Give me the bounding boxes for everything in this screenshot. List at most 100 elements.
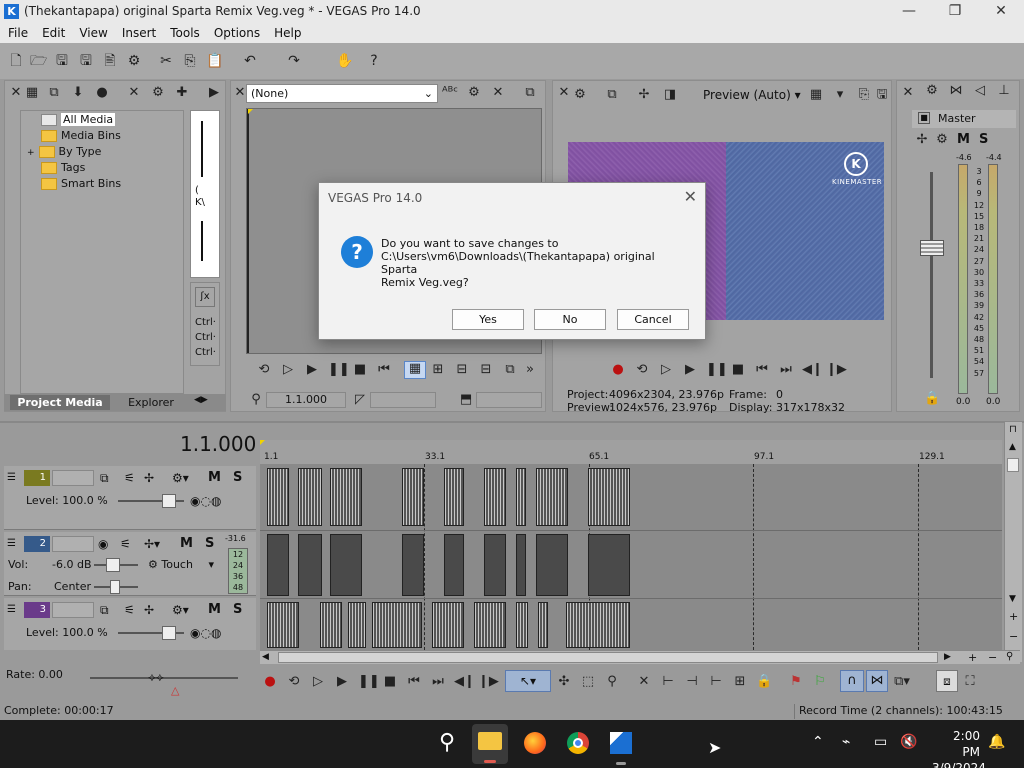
record-icon[interactable]: ● [610,363,626,377]
import-media-icon[interactable]: ▦ [24,86,40,100]
auto-crossfade-icon[interactable]: ⋈ [866,670,888,692]
tree-item-media-bins[interactable]: Media Bins [41,129,121,142]
preview-fx-icon[interactable]: ◨ [662,88,678,102]
track-motion-icon[interactable]: ⧉ [100,603,109,618]
automation-mode[interactable]: ⚙ Touch ▾ [148,558,214,571]
spellcheck-icon[interactable]: ᴬᴮᶜ [442,86,458,100]
track-fx-icon[interactable]: ⚟ [124,471,135,485]
copy-snapshot-icon[interactable]: ⎘ [856,88,872,102]
preview-close-icon[interactable]: ✕ [556,86,572,100]
track-name-field[interactable] [52,470,94,486]
track-area[interactable] [260,464,1002,650]
preview-play-start-icon[interactable]: ▷ [658,363,674,377]
record-icon[interactable]: ● [262,675,278,689]
tray-chevron-icon[interactable]: ⌃ [812,734,824,750]
track-fx-icon[interactable]: ⚟ [124,603,135,617]
next-frame-icon[interactable]: ❙▶ [478,675,499,689]
out-point-icon[interactable]: ◸ [352,393,368,407]
preview-play-icon[interactable]: ▶ [682,363,698,377]
zoom-out-icon[interactable]: − [1009,630,1018,643]
remove-media-icon[interactable]: ✕ [126,86,142,100]
preview-quality-dropdown[interactable]: Preview (Auto) ▾ [703,88,801,102]
trim-start-icon[interactable]: ⊣ [684,675,700,689]
split-icon[interactable]: ⊞ [732,675,748,689]
stop-icon[interactable]: ■ [382,675,398,689]
video-event[interactable] [474,602,506,648]
maximize-button[interactable]: ❐ [932,0,978,24]
downmix-icon[interactable]: ⋈ [948,84,964,98]
yes-button[interactable]: Yes [452,309,524,330]
prev-frame-icon[interactable]: ◀❙ [802,363,823,377]
envelope-tool-icon[interactable]: ✣ [556,675,572,689]
tab-explorer[interactable]: Explorer [116,395,186,410]
master-close-icon[interactable]: ✕ [900,86,916,100]
arm-record-icon[interactable]: ◉ [98,537,108,551]
properties-icon[interactable]: ⚙ [126,53,142,69]
preview-loop-icon[interactable]: ⟲ [634,363,650,377]
pan-mode-icon[interactable]: ✢▾ [144,537,160,551]
undo-icon[interactable]: ↶ [242,53,258,69]
preview-properties-icon[interactable]: ⚙ [572,88,588,102]
video-event[interactable] [484,468,506,526]
clear-trimmer-icon[interactable]: ✕ [490,86,506,100]
search-icon[interactable]: ⚲ [432,728,462,758]
go-to-end-icon[interactable]: ⏭ [430,675,446,689]
video-event[interactable] [432,602,464,648]
dialog-close-button[interactable]: ✕ [684,187,697,206]
panel-more-icon[interactable]: ▶ [206,86,222,100]
open-icon[interactable]: 🗁 [30,53,47,69]
copy-icon[interactable]: ⎘ [182,53,198,69]
timeline-vertical-scrollbar[interactable]: ⊓ ▲ ▼ + − [1004,422,1022,662]
tree-item-smart-bins[interactable]: Smart Bins [41,177,121,190]
master-solo-button[interactable]: S [979,132,988,147]
minimize-button[interactable]: — [886,0,932,24]
save-snapshot-icon[interactable]: 🖫 [874,88,890,102]
master-mute-button[interactable]: M [957,132,970,147]
cancel-button[interactable]: Cancel [617,309,689,330]
audio-event[interactable] [536,534,568,596]
scroll-thumb[interactable] [1007,458,1019,472]
menu-help[interactable]: Help [274,24,301,43]
video-event[interactable] [298,468,322,526]
master-properties-icon[interactable]: ⚙ [924,84,940,98]
redo-icon[interactable]: ↷ [286,53,302,69]
notification-bell-icon[interactable]: 🔔 [988,734,1005,750]
no-button[interactable]: No [534,309,606,330]
zoom-in-icon[interactable]: + [1009,610,1018,623]
help-icon[interactable]: ? [366,53,382,69]
track-motion-icon[interactable]: ⧉ [100,471,109,486]
audio-event[interactable] [484,534,506,596]
paste-icon[interactable]: 📋 [206,53,223,69]
timeline-ruler[interactable]: 1.1 33.1 65.1 97.1 129.1 [260,440,1002,464]
track-number[interactable]: 1 [24,470,50,486]
master-fx-icon[interactable]: ⚙ [934,133,950,147]
video-event[interactable] [566,602,630,648]
play-from-start-icon[interactable]: ▷ [280,363,296,377]
video-event[interactable] [402,468,424,526]
pause-icon[interactable]: ❚❚ [358,675,380,689]
composite-mode-icon[interactable]: ◉◌◍ [190,626,221,640]
audio-event[interactable] [516,534,526,596]
level-slider-handle[interactable] [162,626,176,640]
overlays-icon[interactable]: ▦ [808,88,824,102]
video-event[interactable] [348,602,366,648]
trimmer-window-icon[interactable]: ⧉ [522,86,538,100]
cut-icon[interactable]: ✂ [158,53,174,69]
audio-event[interactable] [402,534,424,596]
video-event[interactable] [538,602,548,648]
audio-event[interactable] [267,534,289,596]
audio-event[interactable] [588,534,630,596]
mono-icon[interactable]: ◁ [972,84,988,98]
pin-icon[interactable]: ⊓ [1009,424,1017,435]
volume-muted-icon[interactable]: 🔇 [900,734,917,750]
h-zoom-out-icon[interactable]: − [988,651,997,664]
split-screen-icon[interactable]: ✢ [636,88,652,102]
video-event[interactable] [588,468,630,526]
trimmer-mode-icon[interactable]: ▦ [404,361,426,379]
ripple-icon[interactable]: ✋ [336,53,353,69]
master-insert-icon[interactable]: ■ [918,112,930,124]
collapse-icon[interactable]: ☰ [7,604,16,615]
menu-options[interactable]: Options [214,24,260,43]
menu-tools[interactable]: Tools [170,24,200,43]
save-as-icon[interactable]: 🖫 [78,53,94,69]
